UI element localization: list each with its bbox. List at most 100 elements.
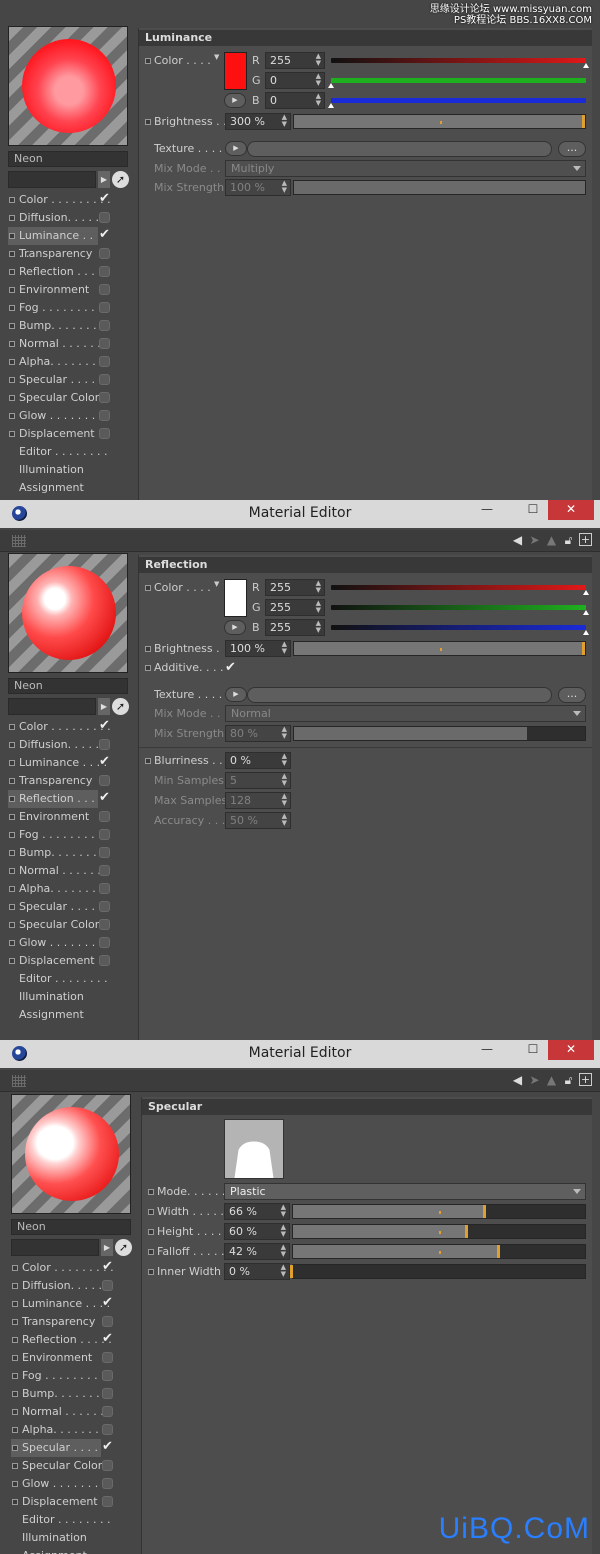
- anim-dot[interactable]: [9, 958, 15, 964]
- width-field[interactable]: 66 % ▲ ▼: [224, 1203, 290, 1220]
- channel-checkbox[interactable]: [102, 1424, 113, 1435]
- channel-luminance[interactable]: Luminance . . . . ✔: [8, 754, 128, 772]
- channel-reflection[interactable]: Reflection . . . . . ✔: [8, 790, 110, 823]
- anim-dot[interactable]: [12, 1355, 18, 1361]
- b-field[interactable]: 0 ▲ ▼: [265, 92, 325, 109]
- texture-play-icon[interactable]: ▶: [225, 141, 247, 156]
- blurriness-field[interactable]: 0 % ▲ ▼: [225, 752, 291, 769]
- channel-checkbox[interactable]: [102, 1352, 113, 1363]
- channel-diffusion[interactable]: Diffusion. . . . . .: [8, 209, 128, 227]
- channel-luminance[interactable]: Luminance . . . . ✔: [11, 1295, 131, 1313]
- g-slider[interactable]: [331, 605, 589, 615]
- channel-checkbox[interactable]: [102, 1370, 113, 1381]
- r-slider[interactable]: [331, 58, 589, 68]
- g-field[interactable]: 255 ▲ ▼: [265, 599, 325, 616]
- anim-dot[interactable]: [148, 1249, 154, 1255]
- picker-icon[interactable]: ➚: [115, 1239, 132, 1256]
- channel-checkbox[interactable]: ✔: [99, 228, 110, 241]
- channel-checkbox[interactable]: [99, 883, 110, 894]
- up-arrow-icon[interactable]: ▲: [545, 533, 558, 548]
- channel-checkbox[interactable]: [99, 865, 110, 876]
- anim-dot[interactable]: [148, 1269, 154, 1275]
- mixstrength-field[interactable]: 80 % ▲ ▼: [225, 725, 291, 742]
- close-button[interactable]: ✕: [548, 500, 594, 520]
- color-texture-button[interactable]: ▶: [224, 620, 246, 635]
- anim-dot[interactable]: [9, 850, 15, 856]
- lock-icon[interactable]: 🔓︎: [562, 533, 575, 548]
- channel-reflection[interactable]: Reflection . . . . .: [8, 263, 128, 281]
- color-swatch[interactable]: [224, 52, 247, 90]
- channel-checkbox[interactable]: ✔: [102, 1260, 113, 1273]
- brightness-field[interactable]: 300 % ▲ ▼: [225, 113, 291, 130]
- anim-dot[interactable]: [148, 1229, 154, 1235]
- channel-alpha[interactable]: Alpha. . . . . . . . .: [8, 353, 128, 371]
- channel-checkbox[interactable]: [99, 775, 110, 786]
- g-field[interactable]: 0 ▲ ▼: [265, 72, 325, 89]
- brightness-field[interactable]: 100 % ▲ ▼: [225, 640, 291, 657]
- anim-dot[interactable]: [9, 323, 15, 329]
- g-slider[interactable]: [328, 78, 586, 88]
- channel-specular-color[interactable]: Specular Color: [11, 1457, 131, 1475]
- channel-assignment[interactable]: Assignment: [8, 479, 128, 497]
- channel-checkbox[interactable]: ✔: [102, 1440, 113, 1453]
- lock-icon[interactable]: 🔓︎: [562, 1073, 575, 1088]
- channel-diffusion[interactable]: Diffusion. . . . . .: [11, 1277, 131, 1295]
- anim-dot[interactable]: [9, 760, 15, 766]
- new-panel-icon[interactable]: +: [579, 533, 592, 546]
- channel-glow[interactable]: Glow . . . . . . . . .: [11, 1475, 131, 1493]
- channel-checkbox[interactable]: [102, 1388, 113, 1399]
- channel-transparency[interactable]: Transparency: [8, 245, 128, 263]
- additive-checkbox[interactable]: ✔: [225, 660, 236, 675]
- anim-dot[interactable]: [9, 395, 15, 401]
- channel-normal[interactable]: Normal . . . . . . .: [8, 335, 128, 353]
- material-preview[interactable]: [8, 553, 128, 673]
- anim-dot[interactable]: [12, 1391, 18, 1397]
- anim-dot[interactable]: [9, 287, 15, 293]
- texture-play-icon[interactable]: ▶: [225, 687, 247, 702]
- b-slider[interactable]: [328, 98, 586, 108]
- channel-luminance[interactable]: Luminance . . . . ✔: [8, 227, 110, 260]
- channel-color[interactable]: Color . . . . . . . . . ✔: [8, 718, 128, 736]
- channel-checkbox[interactable]: [99, 248, 110, 259]
- maxsamples-field[interactable]: 128 ▲ ▼: [225, 792, 291, 809]
- channel-bump[interactable]: Bump. . . . . . . . .: [11, 1385, 131, 1403]
- mixstrength-field[interactable]: 100 % ▲ ▼: [225, 179, 291, 196]
- channel-environment[interactable]: Environment: [8, 281, 128, 299]
- anim-dot[interactable]: [12, 1481, 18, 1487]
- b-slider[interactable]: [331, 625, 589, 635]
- channel-displacement[interactable]: Displacement: [11, 1493, 131, 1511]
- picker-icon[interactable]: ➚: [112, 698, 129, 715]
- texture-field[interactable]: [247, 687, 552, 703]
- channel-color[interactable]: Color . . . . . . . . . ✔: [8, 191, 128, 209]
- channel-checkbox[interactable]: [99, 847, 110, 858]
- brightness-slider[interactable]: [293, 114, 586, 129]
- channel-checkbox[interactable]: ✔: [102, 1296, 113, 1309]
- channel-checkbox[interactable]: [99, 919, 110, 930]
- anim-dot[interactable]: [145, 665, 151, 671]
- channel-editor[interactable]: Editor . . . . . . . .: [8, 443, 128, 461]
- channel-specular[interactable]: Specular . . . . . .: [8, 371, 128, 389]
- channel-illumination[interactable]: Illumination: [11, 1529, 131, 1547]
- channel-bump[interactable]: Bump. . . . . . . . .: [8, 317, 128, 335]
- channel-fog[interactable]: Fog . . . . . . . . . .: [8, 299, 128, 317]
- channel-checkbox[interactable]: [102, 1280, 113, 1291]
- mixmode-dropdown[interactable]: Multiply: [225, 160, 586, 177]
- channel-checkbox[interactable]: [99, 901, 110, 912]
- title-bar[interactable]: Material Editor — ☐ ✕: [0, 1040, 600, 1068]
- channel-displacement[interactable]: Displacement: [8, 952, 128, 970]
- channel-checkbox[interactable]: ✔: [99, 192, 110, 205]
- anim-dot[interactable]: [9, 724, 15, 730]
- channel-checkbox[interactable]: [99, 811, 110, 822]
- anim-dot[interactable]: [9, 832, 15, 838]
- texture-field[interactable]: [247, 141, 552, 157]
- anim-dot[interactable]: [9, 922, 15, 928]
- filter-arrow-icon[interactable]: ▶: [101, 1239, 113, 1256]
- maximize-button[interactable]: ☐: [518, 500, 548, 520]
- anim-dot[interactable]: [12, 1283, 18, 1289]
- filter-arrow-icon[interactable]: ▶: [98, 171, 110, 188]
- new-panel-icon[interactable]: +: [579, 1073, 592, 1086]
- anim-dot[interactable]: [9, 377, 15, 383]
- channel-checkbox[interactable]: [99, 284, 110, 295]
- anim-dot[interactable]: [9, 940, 15, 946]
- material-name[interactable]: Neon: [8, 678, 128, 694]
